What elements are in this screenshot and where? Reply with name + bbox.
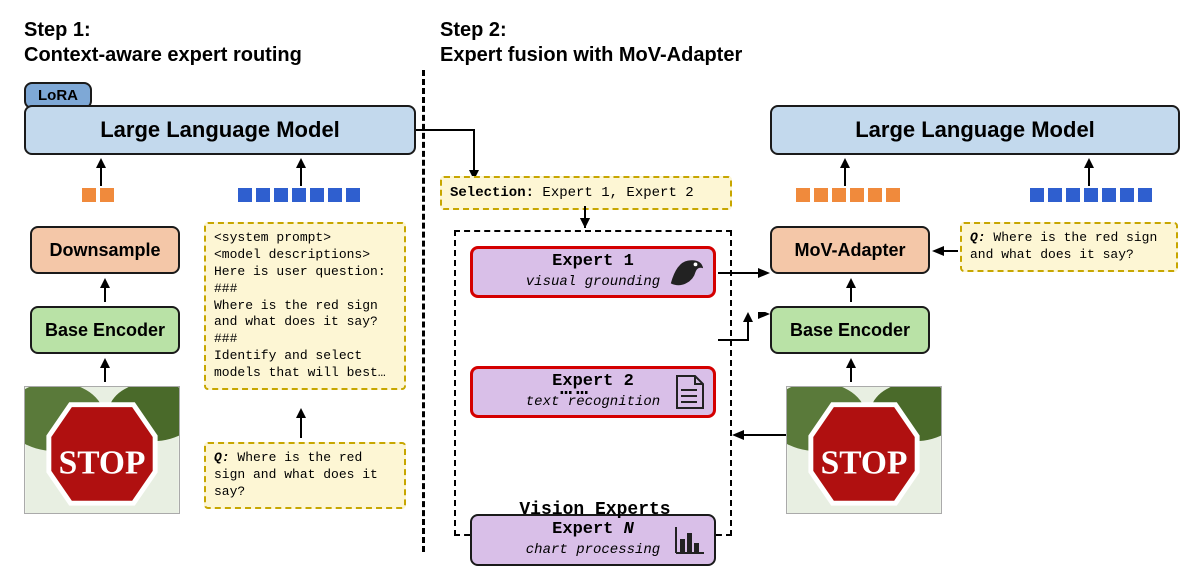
tokens-blue-step1 <box>238 188 360 202</box>
llm-step1: Large Language Model <box>24 105 416 155</box>
arrow-encoder-to-mov <box>844 278 858 302</box>
arrow-q-to-prompt <box>294 408 308 438</box>
arrow-img-to-encoder-step2 <box>844 358 858 382</box>
system-prompt-box: <system prompt> <model descriptions> Her… <box>204 222 406 390</box>
mov-adapter: MoV-Adapter <box>770 226 930 274</box>
arrow-mov-to-llm <box>838 158 852 186</box>
step1-title: Step 1: Context-aware expert routing <box>24 18 302 68</box>
arrow-img-to-experts <box>732 428 788 442</box>
arrow-selection-to-experts <box>578 204 592 228</box>
arrow-img-to-encoder-step1 <box>98 358 112 382</box>
arrow-exp1-to-mov <box>718 266 770 280</box>
base-encoder-step2: Base Encoder <box>770 306 930 354</box>
input-image-step2: STOP <box>786 386 942 514</box>
eagle-icon <box>667 254 705 290</box>
vision-experts-label: Vision Experts <box>510 500 680 520</box>
experts-ellipsis: …… <box>560 378 592 401</box>
arrow-down-to-llm-left <box>94 158 108 186</box>
svg-text:STOP: STOP <box>821 445 908 482</box>
step2-title: Step 2: Expert fusion with MoV-Adapter <box>440 18 742 68</box>
arrow-q-to-llm-step2 <box>1082 158 1096 186</box>
tokens-blue-step2 <box>1030 188 1152 202</box>
question-box-step1: Q: Where is the red sign and what does i… <box>204 442 406 509</box>
arrow-encoder-to-downsample <box>98 278 112 302</box>
expert-n: Expert Nchart processing <box>470 514 716 566</box>
chart-icon <box>674 525 706 555</box>
expert-2: Expert 2text recognition <box>470 366 716 418</box>
document-icon <box>675 374 705 410</box>
arrow-exp2-to-mov <box>718 312 776 380</box>
expert-1: Expert 1visual grounding <box>470 246 716 298</box>
tokens-mixed-step2 <box>796 188 900 202</box>
downsample-box: Downsample <box>30 226 180 274</box>
tokens-orange-step1 <box>82 188 114 202</box>
base-encoder-step1: Base Encoder <box>30 306 180 354</box>
llm-step2: Large Language Model <box>770 105 1180 155</box>
svg-text:STOP: STOP <box>59 445 146 482</box>
arrow-down-to-llm-right <box>294 158 308 186</box>
arrow-q-to-mov <box>932 244 960 258</box>
question-box-step2: Q: Where is the red sign and what does i… <box>960 222 1178 272</box>
input-image-step1: STOP <box>24 386 180 514</box>
